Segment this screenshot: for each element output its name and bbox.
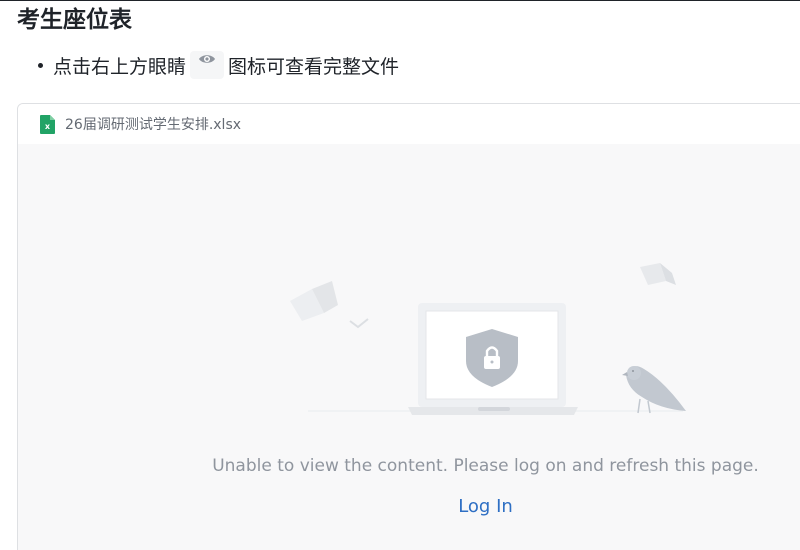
excel-file-icon: x	[40, 114, 55, 134]
instruction-text-after: 图标可查看完整文件	[228, 55, 400, 78]
bird-icon	[622, 366, 686, 414]
instruction-text-before: 点击右上方眼睛	[53, 55, 187, 78]
login-link[interactable]: Log In	[18, 496, 800, 517]
file-header[interactable]: x 26届调研测试学生安排.xlsx	[18, 104, 800, 144]
page-title: 考生座位表	[17, 7, 132, 33]
login-required-message: Unable to view the content. Please log o…	[212, 456, 759, 476]
file-preview-card: x 26届调研测试学生安排.xlsx Unable to view the co…	[17, 103, 800, 550]
instruction-line: 点击右上方眼睛 图标可查看完整文件	[38, 50, 399, 80]
eye-icon	[190, 51, 225, 79]
file-name[interactable]: 26届调研测试学生安排.xlsx	[65, 114, 241, 134]
bullet-dot	[38, 62, 43, 68]
top-border	[0, 0, 800, 1]
locked-content-illustration	[290, 263, 686, 415]
svg-text:x: x	[45, 122, 51, 131]
